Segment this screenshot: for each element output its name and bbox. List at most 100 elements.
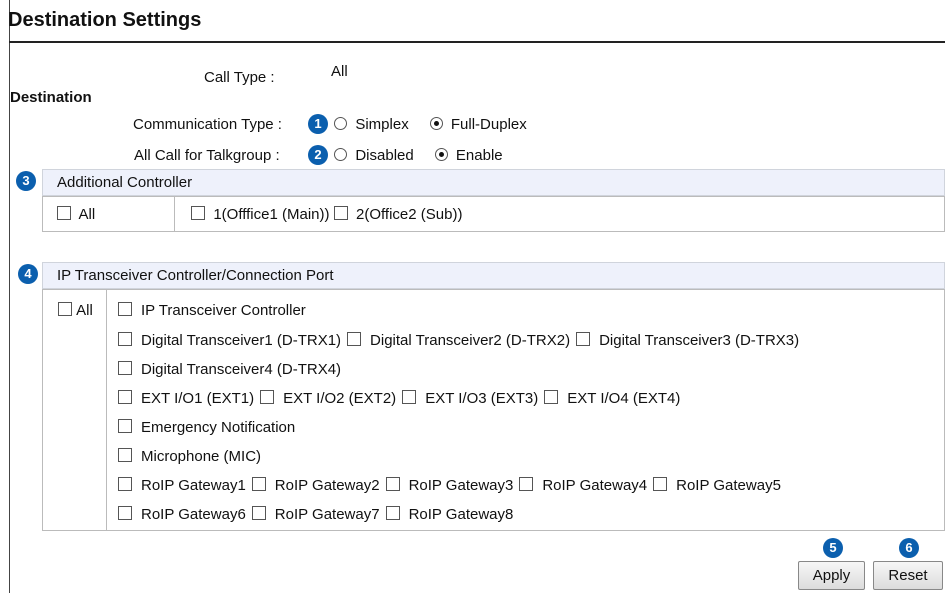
controller-2-checkbox[interactable] (333, 206, 348, 220)
ip-transceiver-item-checkbox[interactable] (251, 506, 266, 520)
ip-transceiver-row: Digital Transceiver4 (D-TRX4) (118, 361, 347, 378)
reset-button[interactable]: Reset (873, 561, 943, 590)
additional-controller-all-label: All (78, 206, 96, 223)
enable-radio-button[interactable] (434, 148, 448, 161)
ip-transceiver-header: IP Transceiver Controller/Connection Por… (42, 262, 945, 289)
call-type-label: Call Type : (204, 69, 275, 86)
ip-transceiver-all-label: All (76, 302, 93, 319)
ip-transceiver-row: RoIP Gateway6 RoIP Gateway7 RoIP Gateway8 (118, 506, 519, 523)
ip-transceiver-row: RoIP Gateway1 RoIP Gateway2 RoIP Gateway3 R… (118, 477, 787, 494)
additional-controller-all-checkbox[interactable] (57, 206, 71, 220)
ip-transceiver-item[interactable]: EXT I/O4 (EXT4) (544, 390, 680, 407)
ip-transceiver-row: Emergency Notification (118, 419, 301, 436)
ip-transceiver-item[interactable]: IP Transceiver Controller (118, 302, 306, 319)
ip-transceiver-item-checkbox[interactable] (653, 477, 668, 491)
ip-transceiver-row: Microphone (MIC) (118, 448, 267, 465)
ip-transceiver-item-label: Digital Transceiver3 (D-TRX3) (599, 332, 800, 349)
ip-transceiver-item-checkbox[interactable] (402, 390, 417, 404)
ip-transceiver-item-label: Microphone (MIC) (141, 448, 262, 465)
badge-3: 3 (16, 171, 36, 191)
ip-transceiver-item-checkbox[interactable] (385, 506, 400, 520)
ip-transceiver-item[interactable]: Microphone (MIC) (118, 448, 261, 465)
ip-transceiver-item-label: RoIP Gateway1 (141, 477, 246, 494)
ip-transceiver-row: IP Transceiver Controller (118, 302, 312, 319)
ip-transceiver-item[interactable]: Digital Transceiver2 (D-TRX2) (347, 332, 570, 349)
communication-type-label: Communication Type : (133, 116, 282, 133)
ip-transceiver-item-label: EXT I/O3 (EXT3) (425, 390, 539, 407)
ip-transceiver-item-checkbox[interactable] (118, 361, 132, 375)
apply-button[interactable]: Apply (798, 561, 865, 590)
additional-controller-divider (174, 196, 175, 232)
ip-transceiver-item-label: Emergency Notification (141, 419, 296, 436)
page-title: Destination Settings (8, 9, 202, 31)
ip-transceiver-item-label: RoIP Gateway3 (408, 477, 514, 494)
simplex-radio-button[interactable] (334, 117, 347, 130)
full-duplex-label: Full-Duplex (450, 116, 527, 133)
ip-transceiver-item-checkbox[interactable] (576, 332, 591, 346)
ip-transceiver-item[interactable]: RoIP Gateway5 (653, 477, 781, 494)
simplex-label: Simplex (355, 116, 409, 133)
ip-transceiver-item-label: EXT I/O1 (EXT1) (141, 390, 255, 407)
ip-transceiver-item[interactable]: EXT I/O3 (EXT3) (402, 390, 538, 407)
all-call-label: All Call for Talkgroup : (134, 147, 280, 164)
ip-transceiver-item[interactable]: RoIP Gateway8 (385, 506, 514, 523)
ip-transceiver-item-checkbox[interactable] (118, 302, 132, 316)
ip-transceiver-item-label: RoIP Gateway4 (542, 477, 648, 494)
ip-transceiver-item[interactable]: EXT I/O1 (EXT1) (118, 390, 254, 407)
ip-transceiver-all-checkbox[interactable] (58, 302, 72, 316)
ip-transceiver-item-checkbox[interactable] (251, 477, 266, 491)
disabled-radio[interactable]: Disabled (334, 147, 414, 164)
ip-transceiver-item-checkbox[interactable] (118, 477, 132, 491)
ip-transceiver-item-label: RoIP Gateway6 (141, 506, 246, 523)
ip-transceiver-item-checkbox[interactable] (260, 390, 275, 404)
disabled-radio-button[interactable] (334, 148, 347, 161)
destination-label: Destination (10, 89, 92, 106)
controller-1-checkbox[interactable] (191, 206, 205, 220)
disabled-label: Disabled (355, 147, 414, 164)
ip-transceiver-item[interactable]: Emergency Notification (118, 419, 295, 436)
ip-transceiver-item-checkbox[interactable] (118, 419, 132, 433)
additional-controller-items: 1(Offfice1 (Main)) 2(Office2 (Sub)) (191, 206, 462, 223)
ip-transceiver-item[interactable]: Digital Transceiver1 (D-TRX1) (118, 332, 341, 349)
controller-1[interactable]: 1(Offfice1 (Main)) (191, 206, 330, 223)
ip-transceiver-item[interactable]: RoIP Gateway6 (118, 506, 246, 523)
badge-6: 6 (899, 538, 919, 558)
simplex-radio[interactable]: Simplex (334, 116, 409, 133)
ip-transceiver-item-label: EXT I/O4 (EXT4) (567, 390, 681, 407)
ip-transceiver-all[interactable]: All (58, 302, 93, 319)
ip-transceiver-item-label: RoIP Gateway7 (274, 506, 380, 523)
badge-1: 1 (308, 114, 328, 134)
full-duplex-radio-button[interactable] (429, 117, 443, 130)
ip-transceiver-box (42, 289, 945, 531)
ip-transceiver-item[interactable]: Digital Transceiver3 (D-TRX3) (576, 332, 799, 349)
ip-transceiver-item[interactable]: RoIP Gateway3 (385, 477, 514, 494)
ip-transceiver-item-label: EXT I/O2 (EXT2) (283, 390, 397, 407)
ip-transceiver-item-label: Digital Transceiver1 (D-TRX1) (141, 332, 342, 349)
ip-transceiver-item-label: RoIP Gateway8 (408, 506, 514, 523)
controller-1-label: 1(Offfice1 (Main)) (213, 206, 330, 223)
ip-transceiver-item[interactable]: RoIP Gateway7 (251, 506, 380, 523)
ip-transceiver-item-checkbox[interactable] (519, 477, 534, 491)
all-call-options: Disabled Enable (334, 147, 503, 164)
ip-transceiver-item[interactable]: RoIP Gateway4 (519, 477, 647, 494)
call-type-value: All (331, 63, 348, 80)
ip-transceiver-item-checkbox[interactable] (385, 477, 400, 491)
controller-2[interactable]: 2(Office2 (Sub)) (333, 206, 462, 223)
additional-controller-box (42, 196, 945, 232)
ip-transceiver-item-checkbox[interactable] (118, 506, 132, 520)
ip-transceiver-item[interactable]: RoIP Gateway1 (118, 477, 246, 494)
additional-controller-all[interactable]: All (57, 206, 95, 223)
ip-transceiver-item-checkbox[interactable] (118, 448, 132, 462)
ip-transceiver-item[interactable]: RoIP Gateway2 (251, 477, 380, 494)
additional-controller-header: Additional Controller (42, 169, 945, 196)
ip-transceiver-item[interactable]: EXT I/O2 (EXT2) (260, 390, 396, 407)
communication-type-options: Simplex Full-Duplex (334, 116, 527, 133)
ip-transceiver-item-checkbox[interactable] (118, 390, 132, 404)
ip-transceiver-item-checkbox[interactable] (347, 332, 362, 346)
enable-radio[interactable]: Enable (434, 147, 503, 164)
ip-transceiver-item-checkbox[interactable] (118, 332, 132, 346)
full-duplex-radio[interactable]: Full-Duplex (429, 116, 527, 133)
ip-transceiver-item[interactable]: Digital Transceiver4 (D-TRX4) (118, 361, 341, 378)
ip-transceiver-divider (106, 289, 107, 531)
ip-transceiver-item-checkbox[interactable] (544, 390, 559, 404)
